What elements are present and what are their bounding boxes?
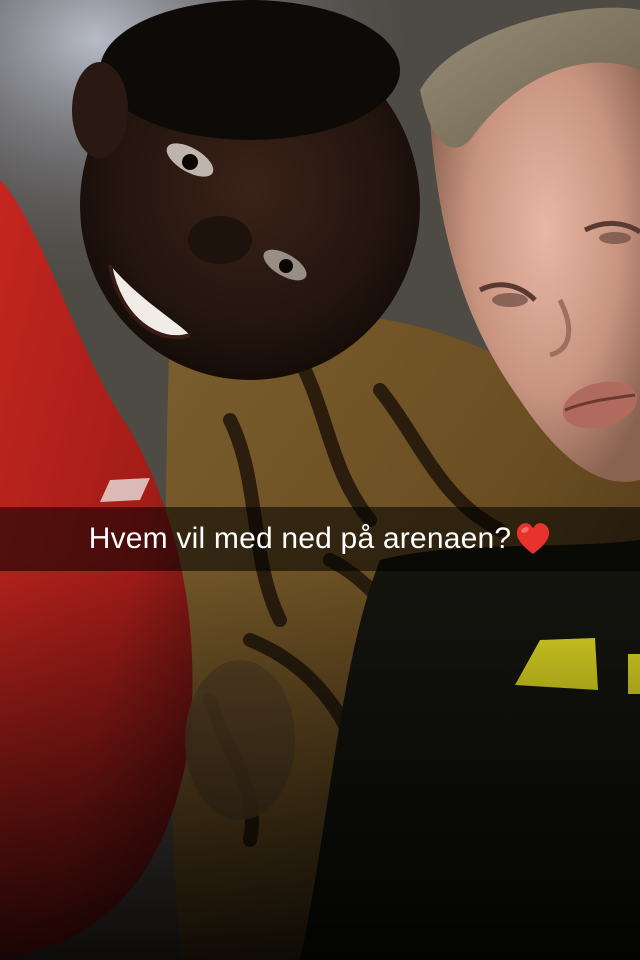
- heart-icon: [517, 523, 550, 554]
- snap-viewer[interactable]: Hvem vil med ned på arenaen?: [0, 0, 640, 960]
- caption-text: Hvem vil med ned på arenaen?: [89, 522, 552, 556]
- caption-label: Hvem vil med ned på arenaen?: [88, 522, 512, 555]
- selfie-photo: [0, 0, 640, 960]
- caption-bar: Hvem vil med ned på arenaen?: [0, 507, 640, 571]
